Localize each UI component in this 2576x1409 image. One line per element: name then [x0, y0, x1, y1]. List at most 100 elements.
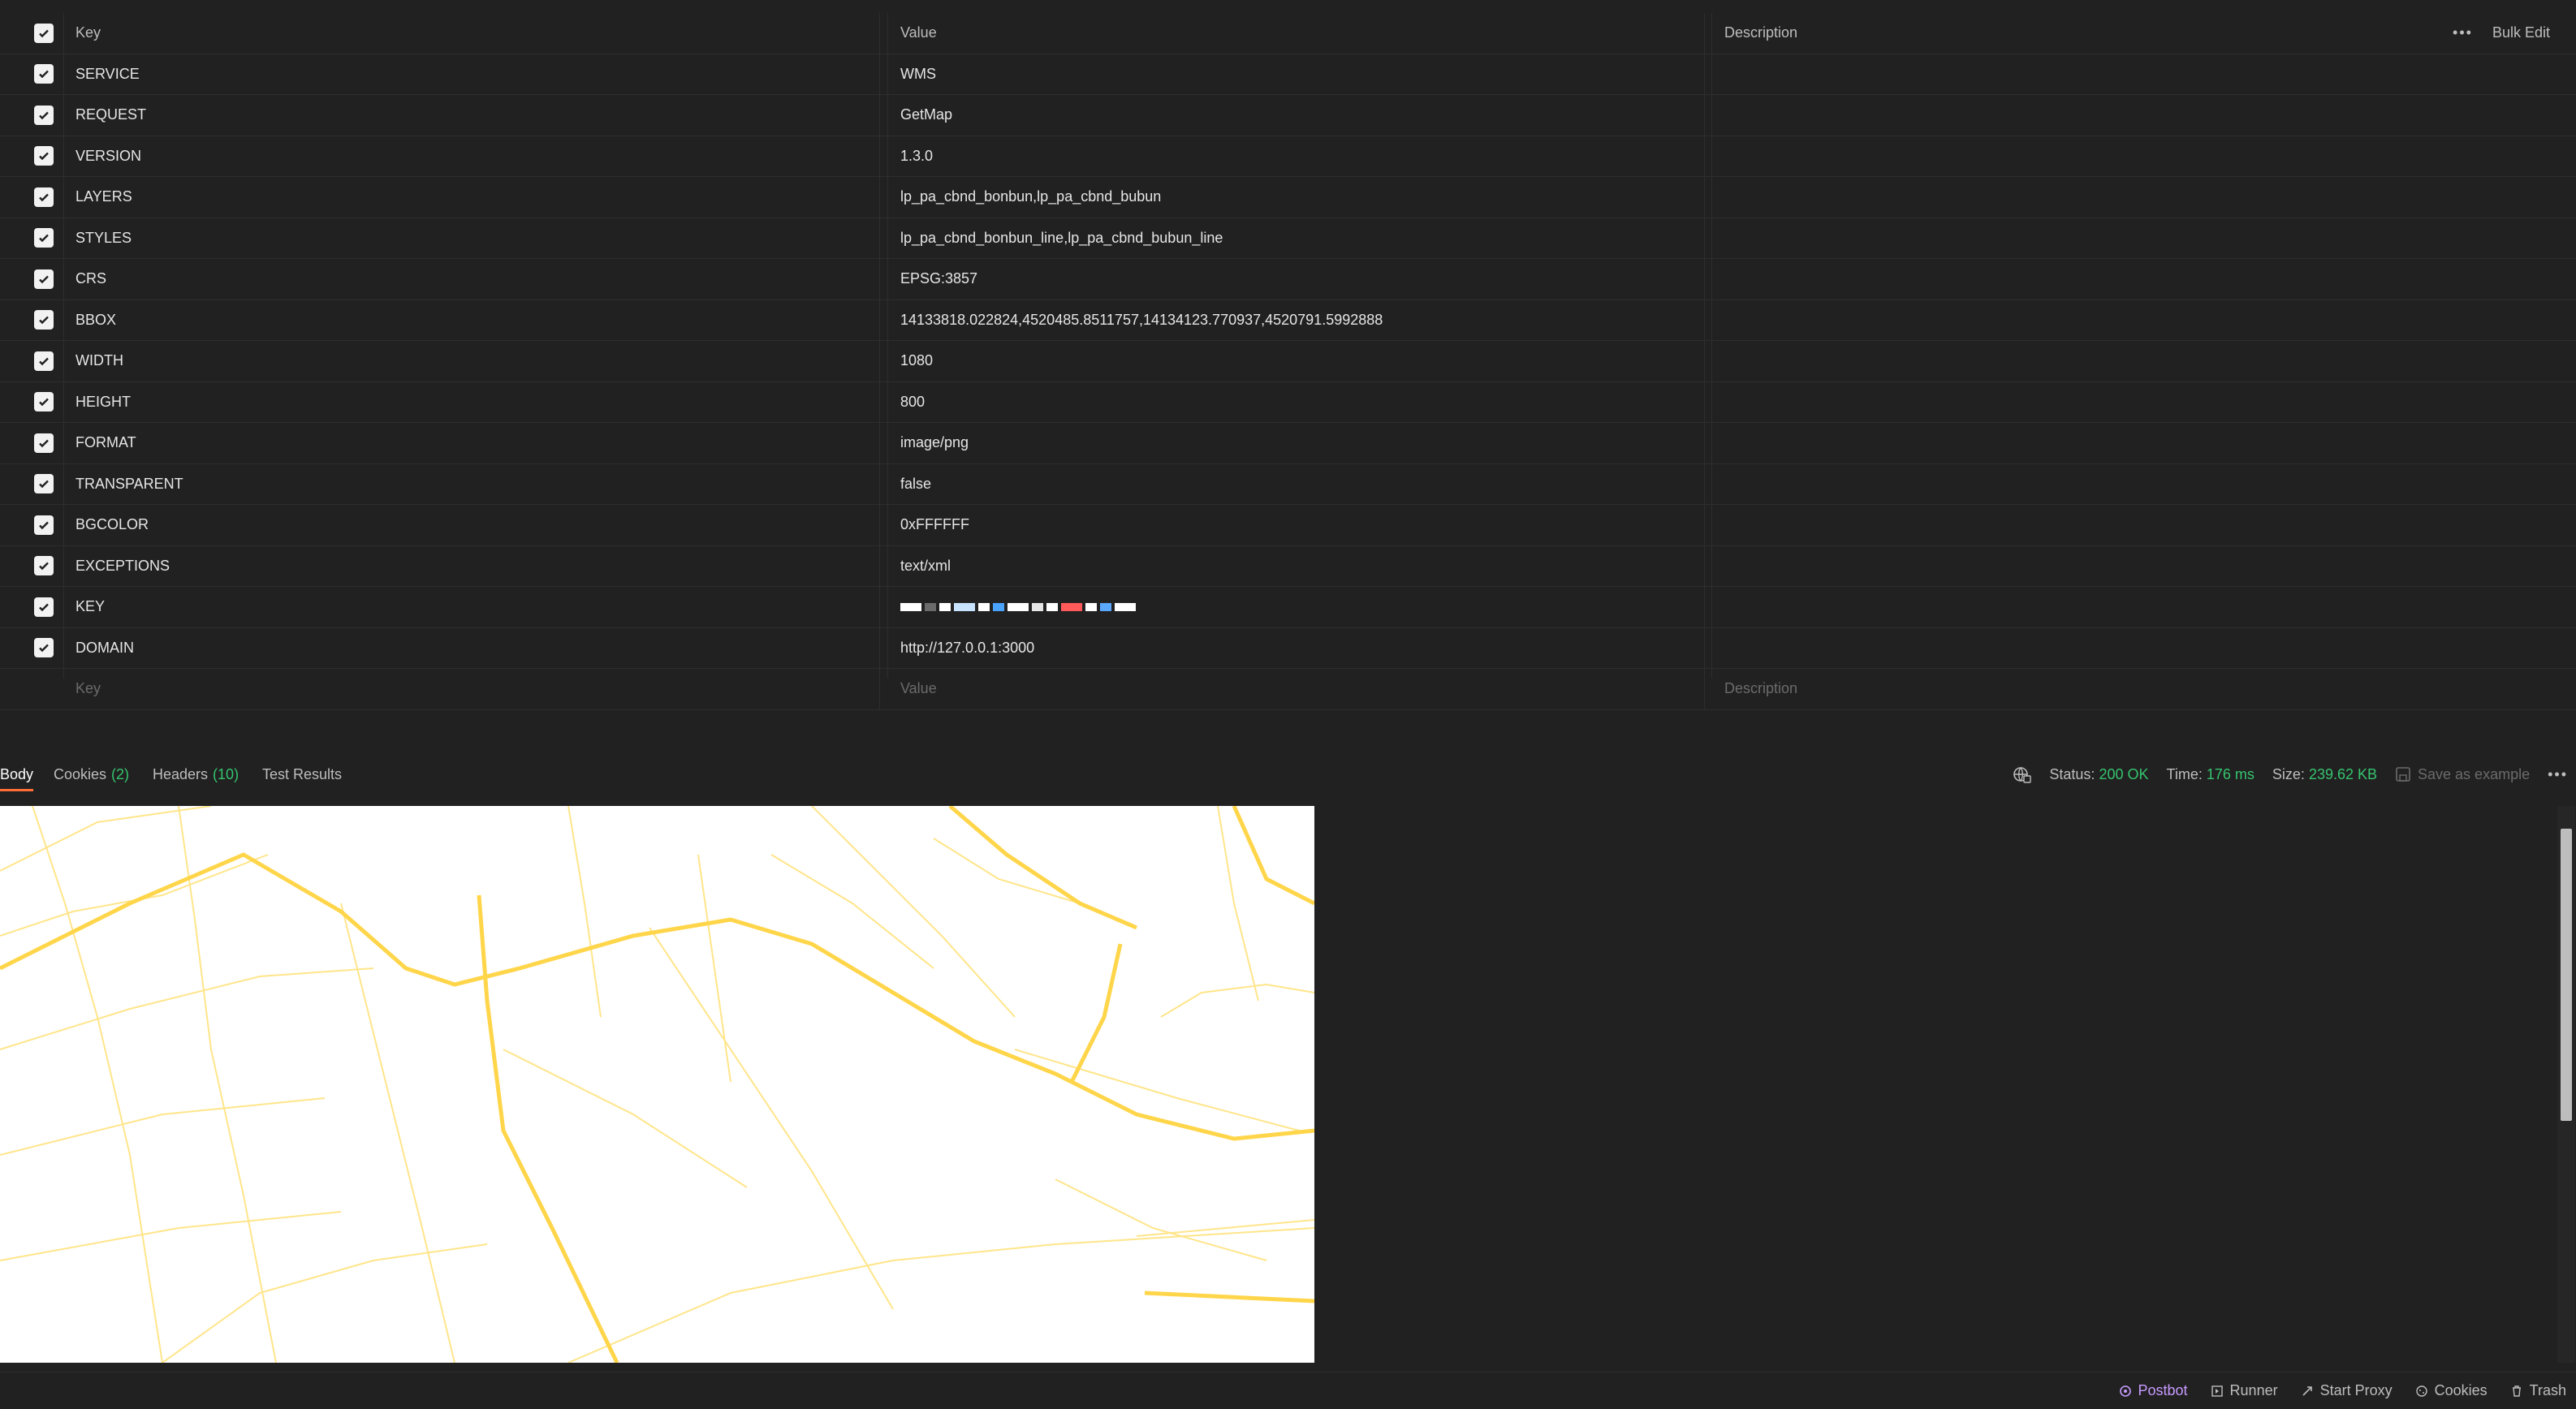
param-checkbox[interactable] [34, 105, 54, 125]
param-value[interactable]: GetMap [900, 95, 1705, 136]
param-description[interactable] [1724, 628, 2455, 669]
param-description[interactable] [1724, 464, 2455, 505]
param-key[interactable]: STYLES [76, 218, 880, 258]
param-checkbox[interactable] [34, 351, 54, 371]
postbot-button[interactable]: Postbot [2119, 1382, 2188, 1399]
param-description[interactable] [1724, 341, 2455, 381]
param-description[interactable] [1724, 177, 2455, 218]
bulk-edit-button[interactable]: Bulk Edit [2492, 24, 2550, 41]
param-row[interactable]: LAYERS lp_pa_cbnd_bonbun,lp_pa_cbnd_bubun [0, 177, 2576, 218]
param-value[interactable]: 1.3.0 [900, 136, 1705, 176]
param-checkbox[interactable] [34, 187, 54, 207]
select-all-cell[interactable] [34, 13, 67, 54]
param-value[interactable]: lp_pa_cbnd_bonbun_line,lp_pa_cbnd_bubun_… [900, 218, 1705, 258]
param-checkbox[interactable] [34, 515, 54, 535]
param-value[interactable]: false [900, 463, 1705, 504]
tab-cookies[interactable]: Cookies (2) [54, 760, 129, 789]
param-row[interactable]: REQUEST GetMap [0, 95, 2576, 136]
new-value-input[interactable]: Value [900, 669, 1705, 709]
param-value[interactable]: lp_pa_cbnd_bonbun,lp_pa_cbnd_bubun [900, 177, 1705, 218]
save-as-example-button[interactable]: Save as example [2395, 766, 2530, 783]
param-checkbox-cell[interactable] [34, 95, 67, 136]
param-key[interactable]: HEIGHT [76, 381, 880, 422]
param-checkbox[interactable] [34, 638, 54, 658]
param-checkbox[interactable] [34, 597, 54, 617]
param-key[interactable]: SERVICE [76, 54, 880, 94]
new-param-row[interactable]: Key Value Description [0, 669, 2576, 710]
param-description[interactable] [1724, 259, 2455, 299]
tab-test-results[interactable]: Test Results [262, 760, 342, 789]
param-key[interactable]: BBOX [76, 299, 880, 340]
param-row[interactable]: DOMAIN http://127.0.0.1:3000 [0, 627, 2576, 669]
param-row[interactable]: VERSION 1.3.0 [0, 136, 2576, 177]
new-description-input[interactable]: Description [1724, 669, 2455, 709]
param-value[interactable]: text/xml [900, 545, 1705, 586]
param-description[interactable] [1724, 587, 2455, 627]
cookies-button[interactable]: Cookies [2415, 1382, 2488, 1399]
param-checkbox-cell[interactable] [34, 300, 67, 341]
param-key[interactable]: DOMAIN [76, 627, 880, 668]
param-checkbox-cell[interactable] [34, 587, 67, 627]
param-key[interactable]: LAYERS [76, 177, 880, 218]
trash-button[interactable]: Trash [2510, 1382, 2566, 1399]
new-key-input[interactable]: Key [76, 669, 880, 709]
param-row[interactable]: FORMAT image/png [0, 423, 2576, 464]
param-checkbox-cell[interactable] [34, 464, 67, 505]
param-checkbox[interactable] [34, 64, 54, 84]
param-value[interactable]: 800 [900, 381, 1705, 422]
param-value[interactable]: WMS [900, 54, 1705, 94]
param-checkbox-cell[interactable] [34, 259, 67, 299]
param-checkbox[interactable] [34, 269, 54, 289]
scrollbar-thumb[interactable] [2561, 829, 2572, 1121]
param-description[interactable] [1724, 505, 2455, 545]
param-value[interactable] [900, 587, 1705, 627]
param-value[interactable]: http://127.0.0.1:3000 [900, 627, 1705, 668]
param-checkbox[interactable] [34, 392, 54, 412]
response-more-icon[interactable]: ••• [2548, 766, 2568, 783]
param-checkbox-cell[interactable] [34, 628, 67, 669]
param-key[interactable]: EXCEPTIONS [76, 545, 880, 586]
param-key[interactable]: CRS [76, 259, 880, 299]
param-description[interactable] [1724, 218, 2455, 259]
param-checkbox[interactable] [34, 433, 54, 453]
network-globe-icon[interactable] [2012, 765, 2032, 784]
start-proxy-button[interactable]: Start Proxy [2301, 1382, 2393, 1399]
param-checkbox[interactable] [34, 310, 54, 330]
param-description[interactable] [1724, 95, 2455, 136]
param-description[interactable] [1724, 546, 2455, 587]
param-description[interactable] [1724, 300, 2455, 341]
param-key[interactable]: FORMAT [76, 423, 880, 463]
param-checkbox-cell[interactable] [34, 136, 67, 177]
param-checkbox-cell[interactable] [34, 423, 67, 463]
param-checkbox[interactable] [34, 474, 54, 494]
status-readout[interactable]: Status: 200 OK [2049, 766, 2148, 783]
param-checkbox-cell[interactable] [34, 177, 67, 218]
param-description[interactable] [1724, 54, 2455, 95]
param-row[interactable]: BBOX 14133818.022824,4520485.8511757,1413… [0, 299, 2576, 341]
param-key[interactable]: REQUEST [76, 95, 880, 136]
param-description[interactable] [1724, 136, 2455, 177]
size-readout[interactable]: Size: 239.62 KB [2272, 766, 2377, 783]
param-checkbox-cell[interactable] [34, 218, 67, 259]
param-value[interactable]: image/png [900, 423, 1705, 463]
param-value[interactable]: 1080 [900, 341, 1705, 381]
param-row[interactable]: SERVICE WMS [0, 54, 2576, 95]
param-row[interactable]: KEY [0, 587, 2576, 628]
param-row[interactable]: WIDTH 1080 [0, 341, 2576, 382]
more-options-icon[interactable]: ••• [2453, 24, 2473, 41]
param-checkbox[interactable] [34, 556, 54, 576]
tab-body[interactable]: Body [0, 760, 34, 791]
param-row[interactable]: CRS EPSG:3857 [0, 259, 2576, 300]
param-row[interactable]: EXCEPTIONS text/xml [0, 545, 2576, 587]
param-key[interactable]: VERSION [76, 136, 880, 176]
param-key[interactable]: BGCOLOR [76, 505, 880, 545]
tab-headers[interactable]: Headers (10) [153, 760, 239, 789]
param-checkbox-cell[interactable] [34, 382, 67, 423]
time-readout[interactable]: Time: 176 ms [2167, 766, 2255, 783]
param-description[interactable] [1724, 382, 2455, 423]
param-checkbox-cell[interactable] [34, 505, 67, 545]
param-row[interactable]: STYLES lp_pa_cbnd_bonbun_line,lp_pa_cbnd_… [0, 218, 2576, 259]
response-scrollbar[interactable] [2557, 806, 2575, 1363]
param-checkbox-cell[interactable] [34, 54, 67, 95]
param-value[interactable]: 0xFFFFFF [900, 505, 1705, 545]
